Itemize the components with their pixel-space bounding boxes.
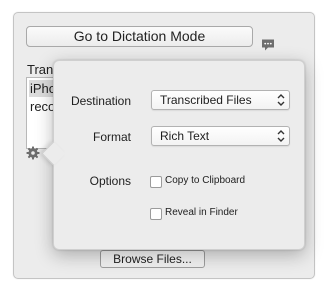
up-down-chevron-icon [277, 130, 285, 142]
format-select[interactable]: Rich Text [151, 126, 290, 146]
browse-files-button[interactable]: Browse Files... [100, 250, 205, 268]
destination-value: Transcribed Files [160, 93, 252, 107]
up-down-chevron-icon [277, 94, 285, 106]
checkbox-box[interactable] [150, 208, 162, 220]
destination-label: Destination [70, 94, 131, 108]
checkbox-box[interactable] [150, 176, 162, 188]
gear-icon[interactable] [26, 146, 40, 160]
reveal-in-finder-label: Reveal in Finder [165, 207, 238, 218]
speech-bubble-icon[interactable] [261, 38, 275, 52]
dictation-mode-button[interactable]: Go to Dictation Mode [26, 26, 253, 47]
copy-to-clipboard-label: Copy to Clipboard [165, 175, 246, 186]
export-settings-popover: Destination Transcribed Files Format Ric… [41, 60, 305, 250]
options-label: Options [89, 174, 131, 188]
format-value: Rich Text [160, 129, 210, 143]
format-label: Format [92, 130, 131, 144]
destination-select[interactable]: Transcribed Files [151, 90, 290, 110]
